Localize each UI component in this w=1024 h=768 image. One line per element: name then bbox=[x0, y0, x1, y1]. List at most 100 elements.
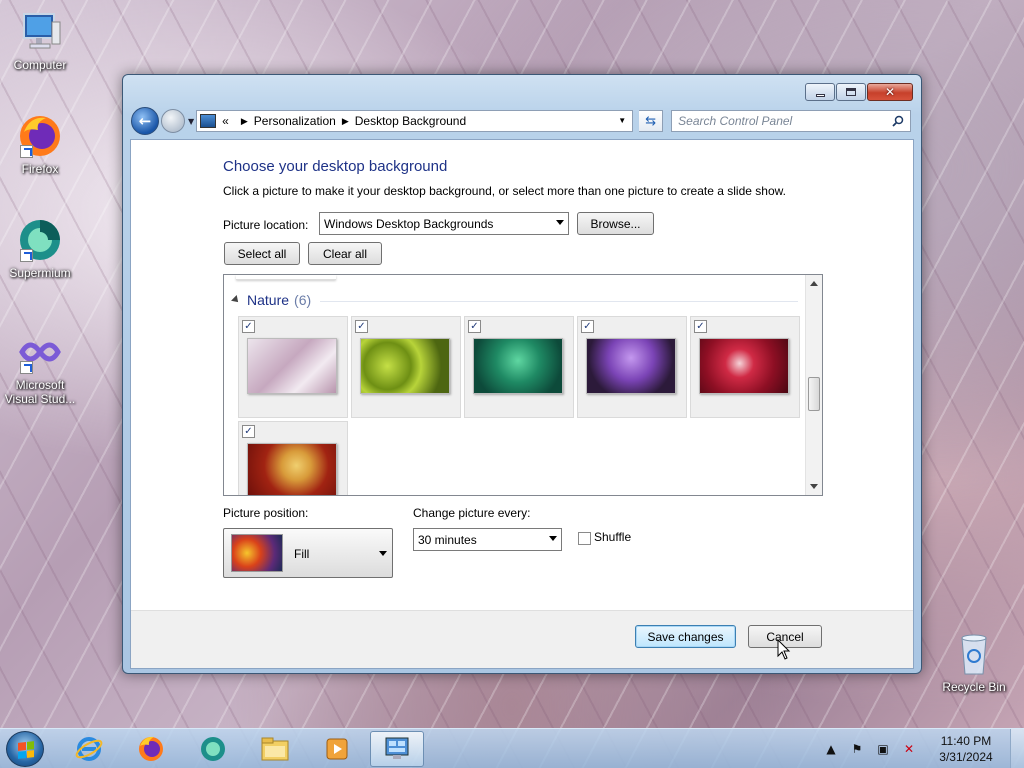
desktop-icon-label: Firefox bbox=[21, 162, 59, 176]
volume-muted-icon[interactable]: ✕ bbox=[899, 739, 919, 759]
picture-tile[interactable]: ✓ bbox=[351, 316, 461, 418]
taskbar-control-panel[interactable] bbox=[370, 731, 424, 767]
picture-checkbox[interactable]: ✓ bbox=[355, 320, 368, 333]
scrollbar-thumb[interactable] bbox=[808, 377, 820, 411]
start-button[interactable] bbox=[6, 731, 44, 767]
desktop-icon-supermium[interactable]: Supermium bbox=[0, 216, 80, 280]
desktop-icon-label: Microsoft Visual Stud... bbox=[4, 378, 76, 406]
taskbar-supermium[interactable] bbox=[186, 731, 240, 767]
desktop-background-window: ✕ ← ▼ « ▶ Personalization ▶ Desktop Back… bbox=[122, 74, 922, 674]
clock-time: 11:40 PM bbox=[940, 734, 992, 748]
system-tray: ▲ ⚑ ▣ ✕ 11:40 PM 3/31/2024 bbox=[818, 729, 1024, 768]
control-panel-icon bbox=[200, 114, 217, 128]
picture-tile[interactable]: ✓ bbox=[238, 421, 348, 495]
control-panel-icon bbox=[385, 737, 409, 759]
picture-position-label: Picture position: bbox=[223, 506, 309, 520]
save-changes-button[interactable]: Save changes bbox=[635, 625, 736, 648]
shortcut-arrow-icon bbox=[20, 145, 33, 158]
picture-tile[interactable]: ✓ bbox=[690, 316, 800, 418]
supermium-icon bbox=[16, 216, 64, 264]
picture-location-value: Windows Desktop Backgrounds bbox=[324, 216, 494, 231]
picture-checkbox[interactable]: ✓ bbox=[694, 320, 707, 333]
media-player-icon bbox=[326, 738, 348, 760]
maximize-button[interactable] bbox=[836, 83, 866, 101]
collapse-triangle-icon[interactable] bbox=[231, 295, 241, 305]
desktop-icon-label: Supermium bbox=[9, 266, 71, 280]
desktop-icon-visual-studio[interactable]: Microsoft Visual Stud... bbox=[0, 328, 80, 406]
recycle-bin-icon bbox=[950, 630, 998, 678]
picture-checkbox[interactable]: ✓ bbox=[581, 320, 594, 333]
firefox-icon bbox=[139, 736, 163, 761]
maximize-icon bbox=[846, 88, 856, 96]
supermium-icon bbox=[201, 737, 225, 761]
taskbar-media-player[interactable] bbox=[310, 731, 364, 767]
group-name: Nature bbox=[247, 292, 290, 308]
back-button[interactable]: ← bbox=[131, 107, 159, 135]
close-button[interactable]: ✕ bbox=[867, 83, 913, 101]
picture-location-select[interactable]: Windows Desktop Backgrounds bbox=[319, 212, 569, 235]
position-preview-thumbnail bbox=[231, 534, 283, 572]
forward-button[interactable] bbox=[161, 109, 185, 133]
group-divider-line bbox=[320, 301, 798, 302]
picture-checkbox[interactable]: ✓ bbox=[468, 320, 481, 333]
purple-thistle-thumbnail bbox=[586, 338, 676, 394]
windows-logo-icon bbox=[18, 741, 34, 759]
breadcrumb-separator-icon[interactable]: ▶ bbox=[241, 116, 248, 127]
breadcrumb-overflow[interactable]: « bbox=[222, 114, 229, 128]
desktop-icon-computer[interactable]: Computer bbox=[0, 8, 80, 72]
shuffle-checkbox[interactable] bbox=[578, 532, 591, 545]
scroll-down-icon[interactable] bbox=[810, 484, 818, 489]
visual-studio-icon bbox=[16, 328, 64, 376]
taskbar-firefox[interactable] bbox=[124, 731, 178, 767]
taskbar: ▲ ⚑ ▣ ✕ 11:40 PM 3/31/2024 bbox=[0, 728, 1024, 768]
picture-tile[interactable]: ✓ bbox=[238, 316, 348, 418]
mouse-cursor-icon bbox=[777, 639, 791, 660]
clear-all-button[interactable]: Clear all bbox=[308, 242, 382, 265]
desktop-icon-label: Recycle Bin bbox=[942, 680, 1006, 694]
show-hidden-icons-icon[interactable]: ▲ bbox=[821, 739, 841, 759]
picture-tile[interactable]: ✓ bbox=[577, 316, 687, 418]
autumn-leaves-thumbnail bbox=[247, 443, 337, 495]
change-picture-every-label: Change picture every: bbox=[413, 506, 531, 520]
desktop-icon-firefox[interactable]: Firefox bbox=[0, 112, 80, 176]
breadcrumb-separator-icon[interactable]: ▶ bbox=[342, 116, 349, 127]
picture-location-label: Picture location: bbox=[223, 218, 309, 232]
change-interval-select[interactable]: 30 minutes bbox=[413, 528, 562, 551]
group-header-nature[interactable]: Nature (6) bbox=[231, 292, 312, 308]
picture-checkbox[interactable]: ✓ bbox=[242, 425, 255, 438]
recent-pages-dropdown[interactable]: ▼ bbox=[188, 117, 194, 126]
action-center-flag-icon[interactable]: ⚑ bbox=[847, 739, 867, 759]
select-all-button[interactable]: Select all bbox=[224, 242, 300, 265]
picture-gallery: Nature (6) ✓ ✓ ✓ ✓ ✓ ✓ bbox=[223, 274, 823, 496]
network-icon[interactable]: ▣ bbox=[873, 739, 893, 759]
shortcut-arrow-icon bbox=[20, 249, 33, 262]
chevron-down-icon bbox=[379, 551, 387, 556]
address-bar[interactable]: « ▶ Personalization ▶ Desktop Background… bbox=[196, 110, 634, 132]
gallery-scrollbar[interactable] bbox=[805, 275, 822, 495]
change-interval-value: 30 minutes bbox=[418, 532, 477, 547]
breadcrumb-desktop-background[interactable]: Desktop Background bbox=[355, 114, 466, 128]
desktop-icon-recycle-bin[interactable]: Recycle Bin bbox=[934, 630, 1014, 694]
browse-button[interactable]: Browse... bbox=[577, 212, 654, 235]
computer-icon bbox=[16, 8, 64, 56]
taskbar-file-explorer[interactable] bbox=[248, 731, 302, 767]
shuffle-label[interactable]: Shuffle bbox=[594, 530, 631, 544]
chevron-down-icon bbox=[549, 536, 557, 541]
clock[interactable]: 11:40 PM 3/31/2024 bbox=[922, 733, 1010, 765]
footer-bar: Save changes Cancel bbox=[131, 610, 913, 668]
minimize-button[interactable] bbox=[805, 83, 835, 101]
group-count: (6) bbox=[294, 292, 312, 308]
green-succulent-thumbnail bbox=[360, 338, 450, 394]
address-dropdown-icon[interactable]: ▼ bbox=[618, 116, 626, 125]
show-desktop-button[interactable] bbox=[1010, 729, 1024, 768]
refresh-button[interactable]: ⇆ bbox=[639, 110, 664, 132]
picture-checkbox[interactable]: ✓ bbox=[242, 320, 255, 333]
folder-icon bbox=[261, 737, 289, 761]
picture-tile[interactable]: ✓ bbox=[464, 316, 574, 418]
picture-position-value: Fill bbox=[294, 547, 310, 561]
search-input[interactable]: Search Control Panel bbox=[671, 110, 912, 132]
scroll-up-icon[interactable] bbox=[810, 281, 818, 286]
picture-position-select[interactable]: Fill bbox=[223, 528, 393, 578]
breadcrumb-personalization[interactable]: Personalization bbox=[254, 114, 336, 128]
taskbar-internet-explorer[interactable] bbox=[62, 731, 116, 767]
